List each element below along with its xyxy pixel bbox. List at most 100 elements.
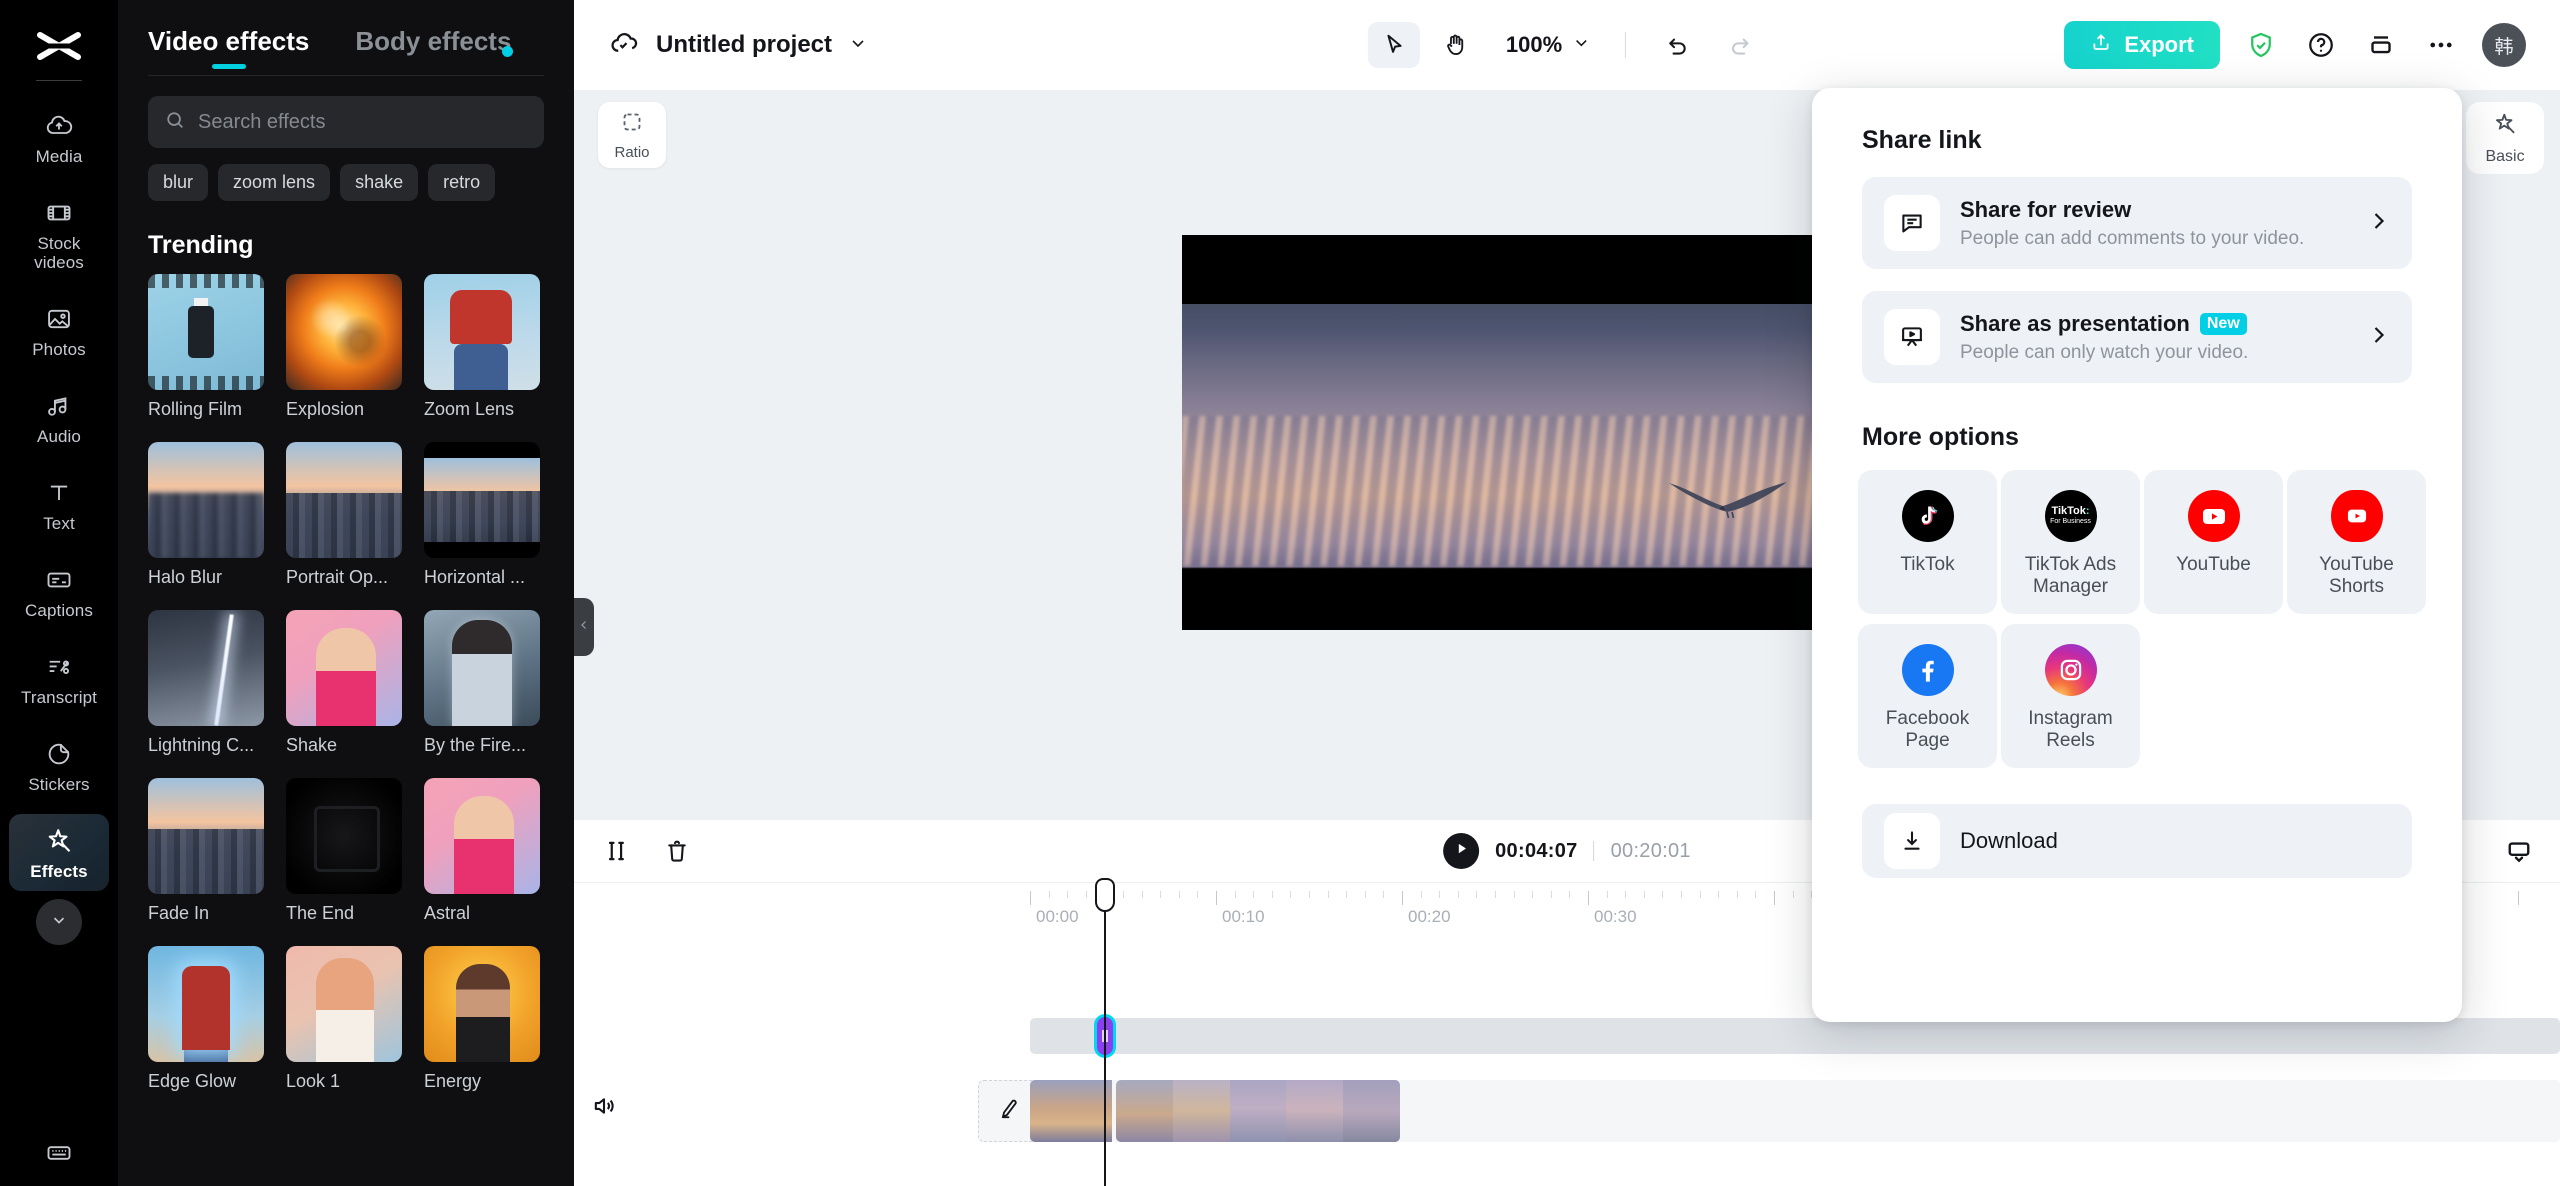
film-strip-icon xyxy=(44,198,74,228)
export-label: Export xyxy=(2124,32,2194,58)
tiktok-ads-manager-icon: TikTok: For Business xyxy=(2045,490,2097,542)
capcut-editor-window: Media Stock videos Photos Audio Text xyxy=(0,0,2560,1186)
sidebar-item-stock-videos[interactable]: Stock videos xyxy=(9,186,109,282)
keyboard-shortcuts-icon[interactable] xyxy=(45,1139,73,1172)
clip-frame xyxy=(1173,1080,1230,1142)
effect-item[interactable]: Shake xyxy=(286,610,402,756)
panel-layout-icon[interactable] xyxy=(2362,26,2400,64)
sidebar-item-label: Effects xyxy=(30,862,87,881)
chip-blur[interactable]: blur xyxy=(148,164,208,201)
platform-label: Instagram Reels xyxy=(2007,708,2134,752)
effect-item[interactable]: By the Fire... xyxy=(424,610,540,756)
sidebar-item-transcript[interactable]: Transcript xyxy=(9,640,109,717)
effect-thumbnail xyxy=(148,442,264,558)
preview-size-icon[interactable] xyxy=(2500,832,2538,870)
video-bird-subject xyxy=(1665,475,1795,519)
effect-item[interactable]: Lightning C... xyxy=(148,610,264,756)
avatar[interactable]: 韩 xyxy=(2482,23,2526,67)
effect-item[interactable]: Rolling Film xyxy=(148,274,264,420)
effect-thumbnail xyxy=(286,442,402,558)
tab-video-effects[interactable]: Video effects xyxy=(148,26,309,75)
hand-tool-button[interactable] xyxy=(1430,22,1482,68)
effects-track[interactable] xyxy=(1030,1018,2560,1054)
sidebar-item-effects[interactable]: Effects xyxy=(9,814,109,891)
share-platform-tiktok-ads-manager[interactable]: TikTok: For Business TikTok Ads Manager xyxy=(2001,470,2140,614)
sidebar-item-label: Stickers xyxy=(28,775,89,794)
sidebar-item-audio[interactable]: Audio xyxy=(9,379,109,456)
effect-item[interactable]: Portrait Op... xyxy=(286,442,402,588)
effect-item[interactable]: Edge Glow xyxy=(148,946,264,1092)
download-button[interactable]: Download xyxy=(1862,804,2412,878)
effect-item[interactable]: The End xyxy=(286,778,402,924)
effect-item[interactable]: Energy xyxy=(424,946,540,1092)
ratio-button[interactable]: Ratio xyxy=(598,102,666,168)
effect-item[interactable]: Astral xyxy=(424,778,540,924)
share-for-review-row[interactable]: Share for review People can add comments… xyxy=(1862,177,2412,269)
capcut-logo-icon[interactable] xyxy=(31,26,87,66)
presentation-icon xyxy=(1884,309,1940,365)
undo-button[interactable] xyxy=(1652,22,1704,68)
search-suggestion-chips: blur zoom lens shake retro xyxy=(148,164,574,201)
platform-label: YouTube xyxy=(2176,554,2251,576)
chip-zoom-lens[interactable]: zoom lens xyxy=(218,164,330,201)
video-clip[interactable] xyxy=(1116,1080,1400,1142)
playhead-handle[interactable] xyxy=(1095,878,1115,912)
trash-icon[interactable] xyxy=(658,832,696,870)
captions-icon xyxy=(44,565,74,595)
chevron-down-icon[interactable] xyxy=(848,33,868,58)
sidebar-item-photos[interactable]: Photos xyxy=(9,292,109,369)
share-platform-youtube-shorts[interactable]: YouTube Shorts xyxy=(2287,470,2426,614)
sidebar-item-stickers[interactable]: Stickers xyxy=(9,727,109,804)
effect-label: Horizontal ... xyxy=(424,567,540,588)
effect-label: Edge Glow xyxy=(148,1071,264,1092)
basic-panel-button[interactable]: Basic xyxy=(2466,102,2544,174)
share-platform-instagram-reels[interactable]: Instagram Reels xyxy=(2001,624,2140,768)
project-name[interactable]: Untitled project xyxy=(656,31,832,59)
ruler-label: 00:10 xyxy=(1222,907,1265,927)
sidebar-item-media[interactable]: Media xyxy=(9,99,109,176)
share-platform-tiktok[interactable]: TikTok xyxy=(1858,470,1997,614)
sidebar-more-toggle[interactable] xyxy=(36,899,82,945)
video-track[interactable] xyxy=(1030,1080,2560,1142)
effect-item[interactable]: Halo Blur xyxy=(148,442,264,588)
effect-label: Rolling Film xyxy=(148,399,264,420)
chip-retro[interactable]: retro xyxy=(428,164,495,201)
share-platform-facebook-page[interactable]: Facebook Page xyxy=(1858,624,1997,768)
share-row-text: Share as presentation New People can onl… xyxy=(1960,311,2346,364)
effect-item[interactable]: Horizontal ... xyxy=(424,442,540,588)
effect-label: The End xyxy=(286,903,402,924)
sidebar-item-text[interactable]: Text xyxy=(9,466,109,543)
effect-item[interactable]: Zoom Lens xyxy=(424,274,540,420)
select-tool-button[interactable] xyxy=(1368,22,1420,68)
play-button[interactable] xyxy=(1443,833,1479,869)
share-row-subtitle: People can only watch your video. xyxy=(1960,342,2346,364)
sidebar-item-label: Captions xyxy=(25,601,93,620)
redo-button[interactable] xyxy=(1714,22,1766,68)
effect-thumbnail xyxy=(424,442,540,558)
total-duration: 00:20:01 xyxy=(1611,840,1691,863)
shield-check-icon[interactable] xyxy=(2242,26,2280,64)
search-input[interactable] xyxy=(198,111,528,134)
effect-item[interactable]: Explosion xyxy=(286,274,402,420)
effect-thumbnail xyxy=(148,778,264,894)
share-as-presentation-row[interactable]: Share as presentation New People can onl… xyxy=(1862,291,2412,383)
tab-label: Video effects xyxy=(148,26,309,56)
speaker-icon[interactable] xyxy=(590,1092,618,1125)
sidebar-item-captions[interactable]: Captions xyxy=(9,553,109,630)
video-clip[interactable] xyxy=(1030,1080,1112,1142)
effect-thumbnail xyxy=(424,610,540,726)
effect-item[interactable]: Fade In xyxy=(148,778,264,924)
playhead[interactable] xyxy=(1104,882,1106,1186)
export-button[interactable]: Export xyxy=(2064,21,2220,69)
question-circle-icon[interactable] xyxy=(2302,26,2340,64)
panel-collapse-handle[interactable] xyxy=(574,598,594,656)
effect-item[interactable]: Look 1 xyxy=(286,946,402,1092)
search-effects-box[interactable] xyxy=(148,96,544,148)
share-platform-youtube[interactable]: YouTube xyxy=(2144,470,2283,614)
zoom-level-selector[interactable]: 100% xyxy=(1492,32,1599,58)
more-horizontal-icon[interactable] xyxy=(2422,26,2460,64)
share-popup-title: Share link xyxy=(1862,126,2462,155)
tab-body-effects[interactable]: Body effects xyxy=(355,26,511,75)
split-clip-icon[interactable] xyxy=(598,832,636,870)
chip-shake[interactable]: shake xyxy=(340,164,418,201)
